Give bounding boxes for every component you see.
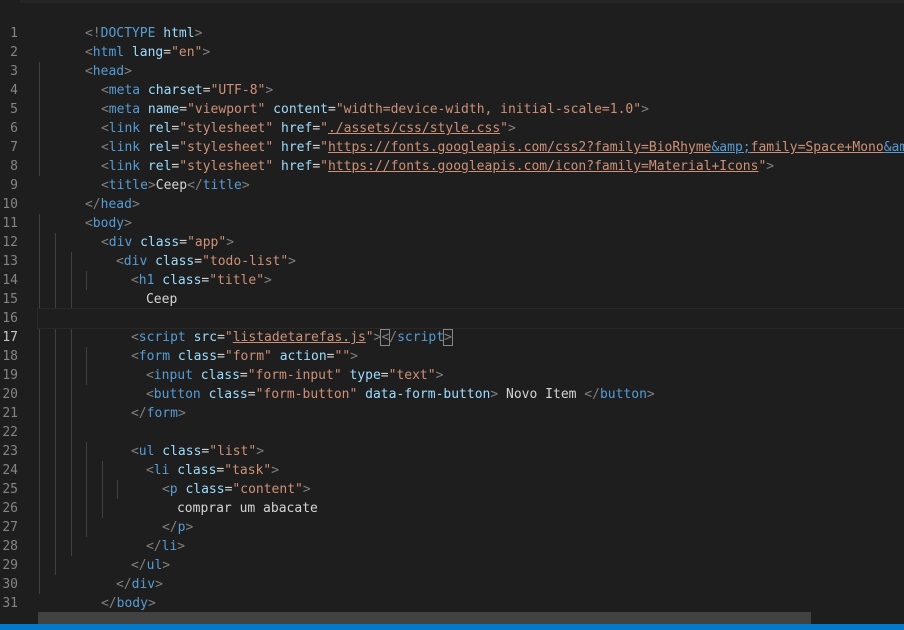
code-line[interactable]: 28 </li> [2,518,904,554]
code-line[interactable]: 5 <meta name="viewport" content="width=de… [10,81,904,117]
line-number: 29 [2,558,18,573]
code-line[interactable]: 3 <head> [10,43,904,79]
line-number: 31 [2,596,18,611]
code-line[interactable]: 13 <div class="todo-list"> [2,233,904,269]
line-number: 27 [2,520,18,535]
code-line[interactable]: 30 </div> [2,556,904,592]
code-line[interactable]: 1 <!DOCTYPE html> [10,5,904,41]
line-number: 9 [10,178,18,193]
line-number: 25 [2,482,18,497]
line-number: 30 [2,577,18,592]
code-line[interactable]: 4 <meta charset="UTF-8"> [10,62,904,98]
code-line[interactable]: 22 [2,404,904,440]
code-line[interactable]: 27 </p> [2,499,904,535]
code-area[interactable]: 1 <!DOCTYPE html> 2 <html lang="en"> 3 <hea… [2,0,904,612]
line-number: 11 [2,216,18,231]
code-line[interactable]: 6 <link rel="stylesheet" href="./assets/c… [10,100,904,136]
code-line[interactable]: 15 Ceep [2,271,904,307]
code-line[interactable]: 19 <input class="form-input" type="text"> [2,347,904,383]
code-line[interactable]: 16</h1> [2,290,904,326]
line-number: 2 [10,45,18,60]
horizontal-scrollbar[interactable] [38,612,811,624]
line-number: 19 [2,368,18,383]
line-number: 13 [2,254,18,269]
line-number: 4 [10,83,18,98]
line-number: 10 [2,197,18,212]
code-line[interactable]: 26 comprar um abacate [2,480,904,516]
code-line[interactable]: 25 <p class="content"> [2,461,904,497]
line-number: 23 [2,444,18,459]
code-editor[interactable]: 1 <!DOCTYPE html> 2 <html lang="en"> 3 <hea… [0,0,904,612]
line-number: 17 [2,330,18,345]
code-line[interactable]: 23 <ul class="list"> [2,423,904,459]
code-line-active[interactable]: 17 <script src="listadetarefas.js"></scri… [2,308,904,346]
line-number: 20 [2,387,18,402]
code-line[interactable]: 21 </form> [2,385,904,421]
line-number: 8 [10,159,18,174]
code-line[interactable]: 11 <body> [2,195,904,231]
line-number: 26 [2,501,18,516]
line-number: 6 [10,121,18,136]
line-number: 5 [10,102,18,117]
code-line[interactable]: 12 <div class="app"> [2,214,904,250]
code-line[interactable]: 2 <html lang="en"> [10,24,904,60]
code-line[interactable]: 10 </head> [2,176,904,212]
code-line[interactable]: 24 <li class="task"> [2,442,904,478]
line-number: 12 [2,235,18,250]
code-line[interactable]: 8 <link rel="stylesheet" href="https://fo… [10,138,904,174]
code-line[interactable]: 29 </ul> [2,537,904,573]
code-line[interactable]: 18 <form class="form" action=""> [2,328,904,364]
code-line[interactable]: 31 </body> [2,575,904,611]
line-number: 7 [10,140,18,155]
line-number: 28 [2,539,18,554]
line-number: 24 [2,463,18,478]
line-number: 21 [2,406,18,421]
line-number: 1 [10,26,18,41]
code-line[interactable]: 32</html> [38,594,904,612]
line-number: 15 [2,292,18,307]
code-line[interactable]: 7 <link rel="stylesheet" href="https://fo… [10,119,904,155]
code-line[interactable]: 20 <button class="form-button" data-form-… [2,366,904,402]
line-number: 3 [10,64,18,79]
code-line[interactable]: 9 <title>Ceep</title> [10,157,904,193]
line-number: 16 [2,311,18,326]
line-number: 18 [2,349,18,364]
line-number: 22 [2,425,18,440]
line-number: 14 [2,273,18,288]
status-bar [0,624,904,630]
code-line[interactable]: 14 <h1 class="title"> [2,252,904,288]
